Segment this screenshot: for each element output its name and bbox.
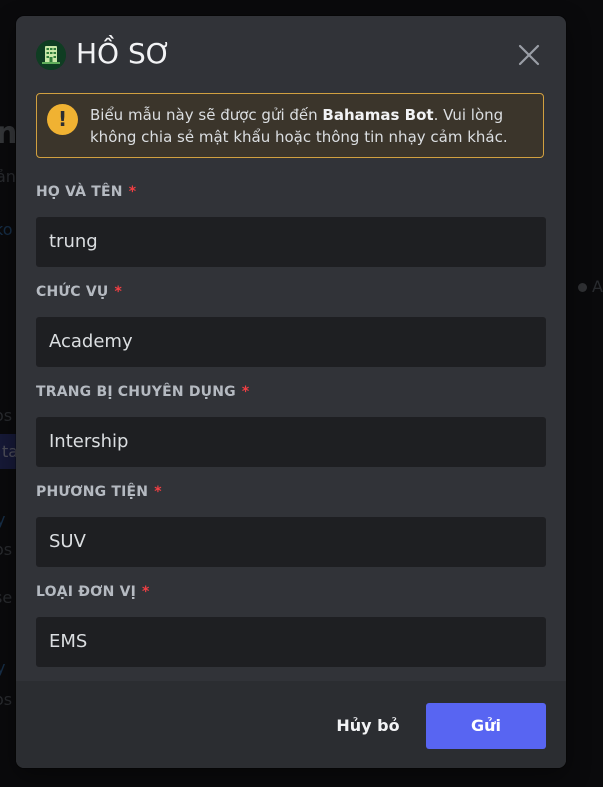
warning-icon: ! (47, 104, 78, 135)
field-full-name: HỌ VÀ TÊN * trung (36, 182, 546, 267)
field-label: CHỨC VỤ * (36, 284, 122, 300)
profile-modal: HỒ SƠ ! Biểu mẫu này sẽ được gửi đến Bah… (16, 16, 566, 768)
full-name-input[interactable]: trung (36, 217, 546, 267)
vehicle-input[interactable]: SUV (36, 517, 546, 567)
required-marker: * (154, 484, 162, 500)
submit-button[interactable]: Gửi (426, 703, 546, 749)
cancel-button[interactable]: Hủy bỏ (330, 703, 406, 749)
bot-name: Bahamas Bot (322, 106, 434, 124)
field-unit-type: LOẠI ĐƠN VỊ * EMS (36, 582, 546, 667)
field-equipment: TRANG BỊ CHUYÊN DỤNG * Intership (36, 382, 546, 467)
close-icon[interactable] (518, 44, 540, 66)
bot-avatar-icon (36, 40, 66, 70)
field-label: TRANG BỊ CHUYÊN DỤNG * (36, 384, 250, 400)
equipment-input[interactable]: Intership (36, 417, 546, 467)
warning-text: Biểu mẫu này sẽ được gửi đến Bahamas Bot… (90, 106, 508, 146)
modal-header: HỒ SƠ (16, 16, 566, 92)
field-label: HỌ VÀ TÊN * (36, 184, 137, 200)
warning-notice: ! Biểu mẫu này sẽ được gửi đến Bahamas B… (36, 93, 544, 158)
modal-title: HỒ SƠ (76, 37, 172, 70)
required-marker: * (142, 584, 150, 600)
required-marker: * (114, 284, 122, 300)
required-marker: * (241, 384, 250, 400)
field-label: PHƯƠNG TIỆN * (36, 484, 162, 500)
unit-type-input[interactable]: EMS (36, 617, 546, 667)
modal-footer: Hủy bỏ Gửi (16, 681, 566, 768)
field-vehicle: PHƯƠNG TIỆN * SUV (36, 482, 546, 567)
field-position: CHỨC VỤ * Academy (36, 282, 546, 367)
position-input[interactable]: Academy (36, 317, 546, 367)
required-marker: * (128, 184, 137, 200)
close-button[interactable] (518, 44, 540, 66)
field-label: LOẠI ĐƠN VỊ * (36, 584, 150, 600)
